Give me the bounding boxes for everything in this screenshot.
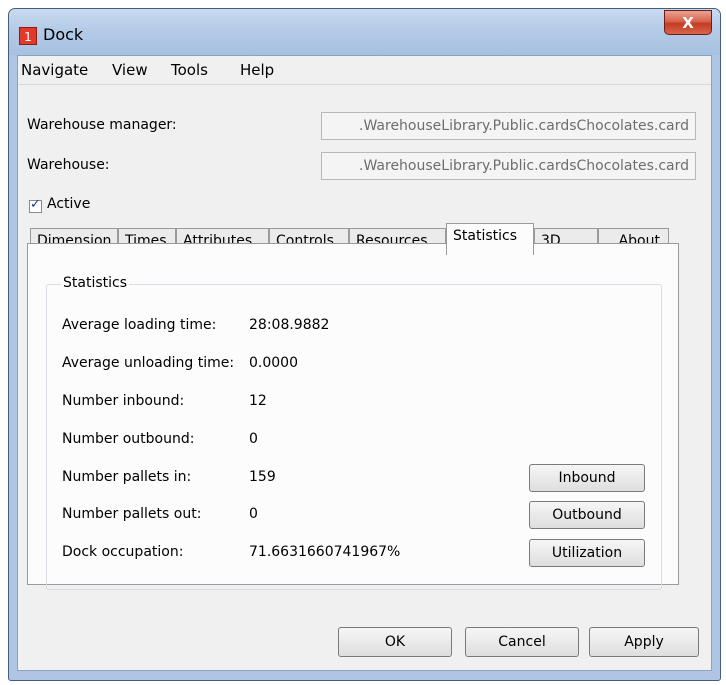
statistics-group-title: Statistics [61,275,129,291]
app-icon: 1 [19,27,37,45]
menu-bar: Navigate View Tools Help [18,56,711,85]
menu-navigate[interactable]: Navigate [21,61,88,79]
active-checkbox[interactable]: ✓ [29,197,42,213]
menu-view[interactable]: View [112,61,148,79]
warehouse-label: Warehouse: [27,157,110,173]
inbound-button[interactable]: Inbound [529,464,645,492]
warehouse-manager-label: Warehouse manager: [27,117,177,133]
close-button[interactable]: X [664,10,712,35]
stat-label-avg-unloading: Average unloading time: [62,355,235,371]
active-label: Active [47,196,91,212]
stat-label-number-outbound: Number outbound: [62,431,195,447]
menu-help[interactable]: Help [240,61,274,79]
statistics-tab-panel: Statistics Average loading time: 28:08.9… [27,243,679,590]
utilization-button[interactable]: Utilization [529,539,645,567]
stat-value-pallets-in: 159 [249,469,276,485]
checkmark-icon: ✓ [30,197,41,212]
statistics-group: Statistics Average loading time: 28:08.9… [46,275,662,590]
menu-tools[interactable]: Tools [171,61,208,79]
apply-button[interactable]: Apply [589,627,699,657]
title-bar[interactable]: 1 Dock X [9,9,720,55]
tab-statistics[interactable]: Statistics [446,223,534,255]
stat-value-number-inbound: 12 [249,393,267,409]
stat-label-pallets-out: Number pallets out: [62,506,202,522]
warehouse-manager-field[interactable]: .WarehouseLibrary.Public.cardsChocolates… [321,112,696,140]
stat-value-dock-occupation: 71.6631660741967% [249,544,401,560]
warehouse-field[interactable]: .WarehouseLibrary.Public.cardsChocolates… [321,152,696,180]
stat-label-number-inbound: Number inbound: [62,393,185,409]
outbound-button[interactable]: Outbound [529,501,645,529]
window-title: Dock [43,25,84,44]
ok-button[interactable]: OK [338,627,452,657]
stat-value-avg-unloading: 0.0000 [249,355,298,371]
stat-value-pallets-out: 0 [249,506,258,522]
stat-value-avg-loading: 28:08.9882 [249,317,330,333]
stat-label-pallets-in: Number pallets in: [62,469,192,485]
cancel-button[interactable]: Cancel [465,627,579,657]
stat-value-number-outbound: 0 [249,431,258,447]
stat-label-avg-loading: Average loading time: [62,317,217,333]
stat-label-dock-occupation: Dock occupation: [62,544,184,560]
